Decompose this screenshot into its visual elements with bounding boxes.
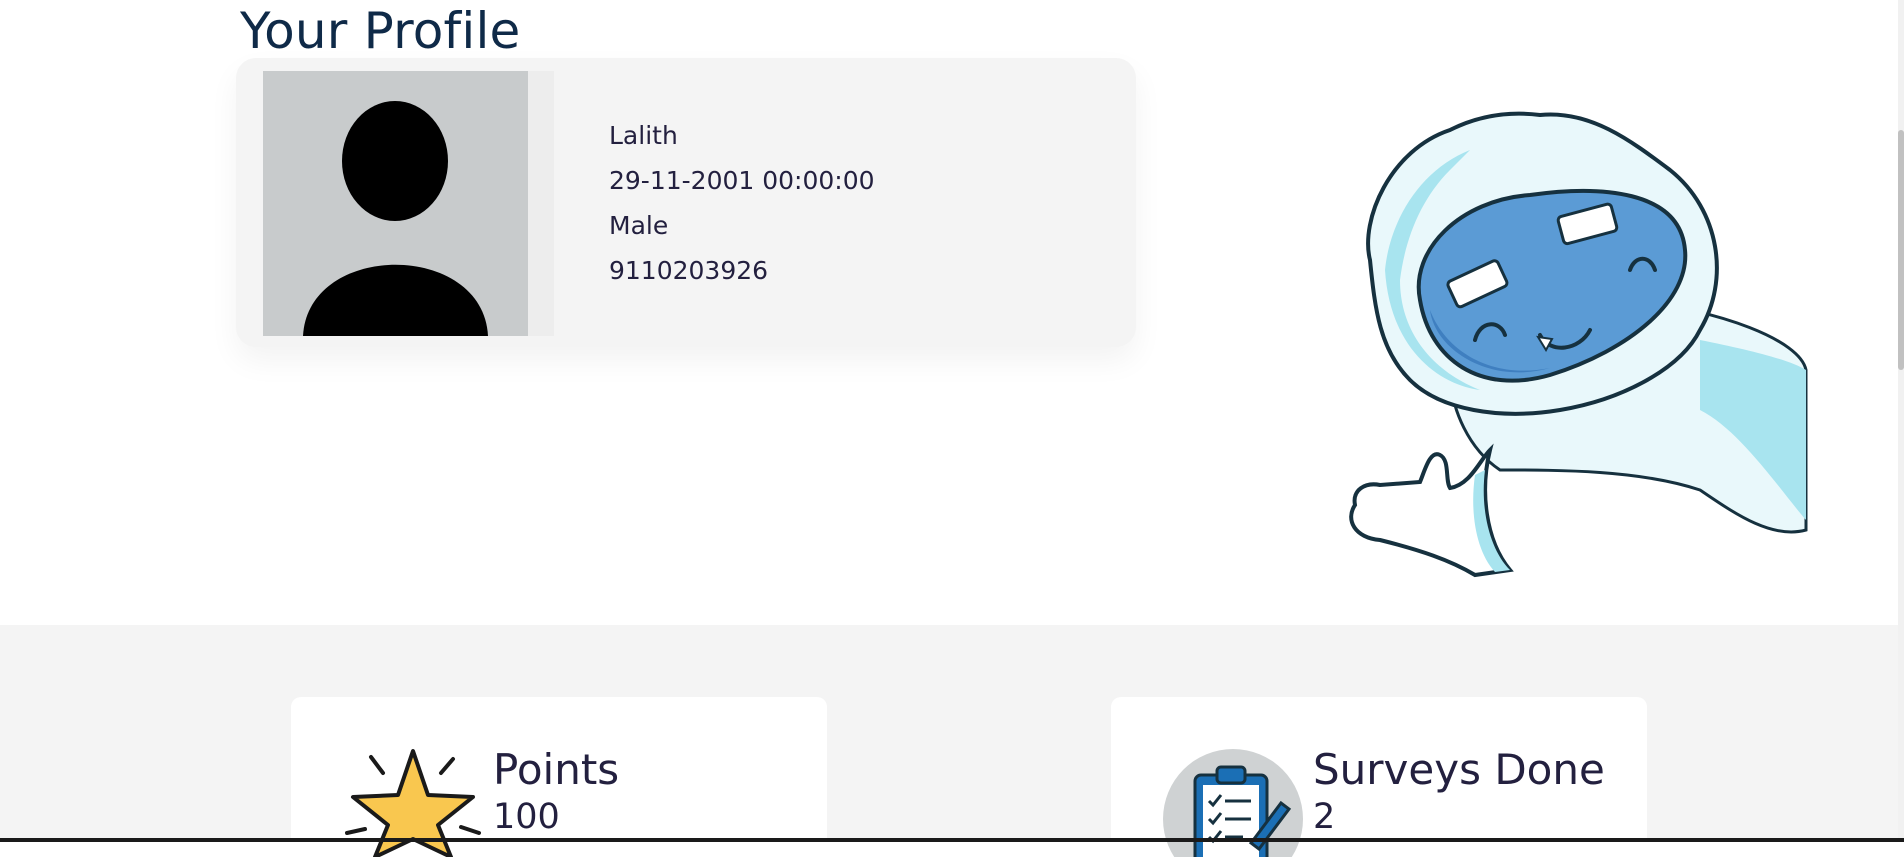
profile-gender: Male — [609, 211, 669, 240]
avatar — [263, 71, 528, 336]
surveys-card: Surveys Done 2 — [1111, 697, 1647, 861]
surveys-value: 2 — [1313, 797, 1336, 837]
surveys-label: Surveys Done — [1313, 745, 1605, 794]
window-bottom-edge — [0, 838, 1904, 842]
avatar-frame — [528, 71, 554, 336]
profile-details: Lalith 29-11-2001 00:00:00 Male 91102039… — [609, 118, 875, 298]
page-scrollbar[interactable] — [1898, 0, 1904, 842]
scrollbar-thumb[interactable] — [1898, 130, 1904, 370]
page-title: Your Profile — [240, 2, 521, 60]
profile-name: Lalith — [609, 121, 678, 150]
points-label: Points — [493, 745, 620, 794]
person-silhouette-icon — [303, 101, 488, 336]
profile-phone: 9110203926 — [609, 256, 769, 285]
points-value: 100 — [493, 797, 560, 837]
points-card: Points 100 — [291, 697, 827, 859]
profile-dob: 29-11-2001 00:00:00 — [609, 166, 875, 195]
yeti-mascot-illustration — [1300, 110, 1810, 580]
